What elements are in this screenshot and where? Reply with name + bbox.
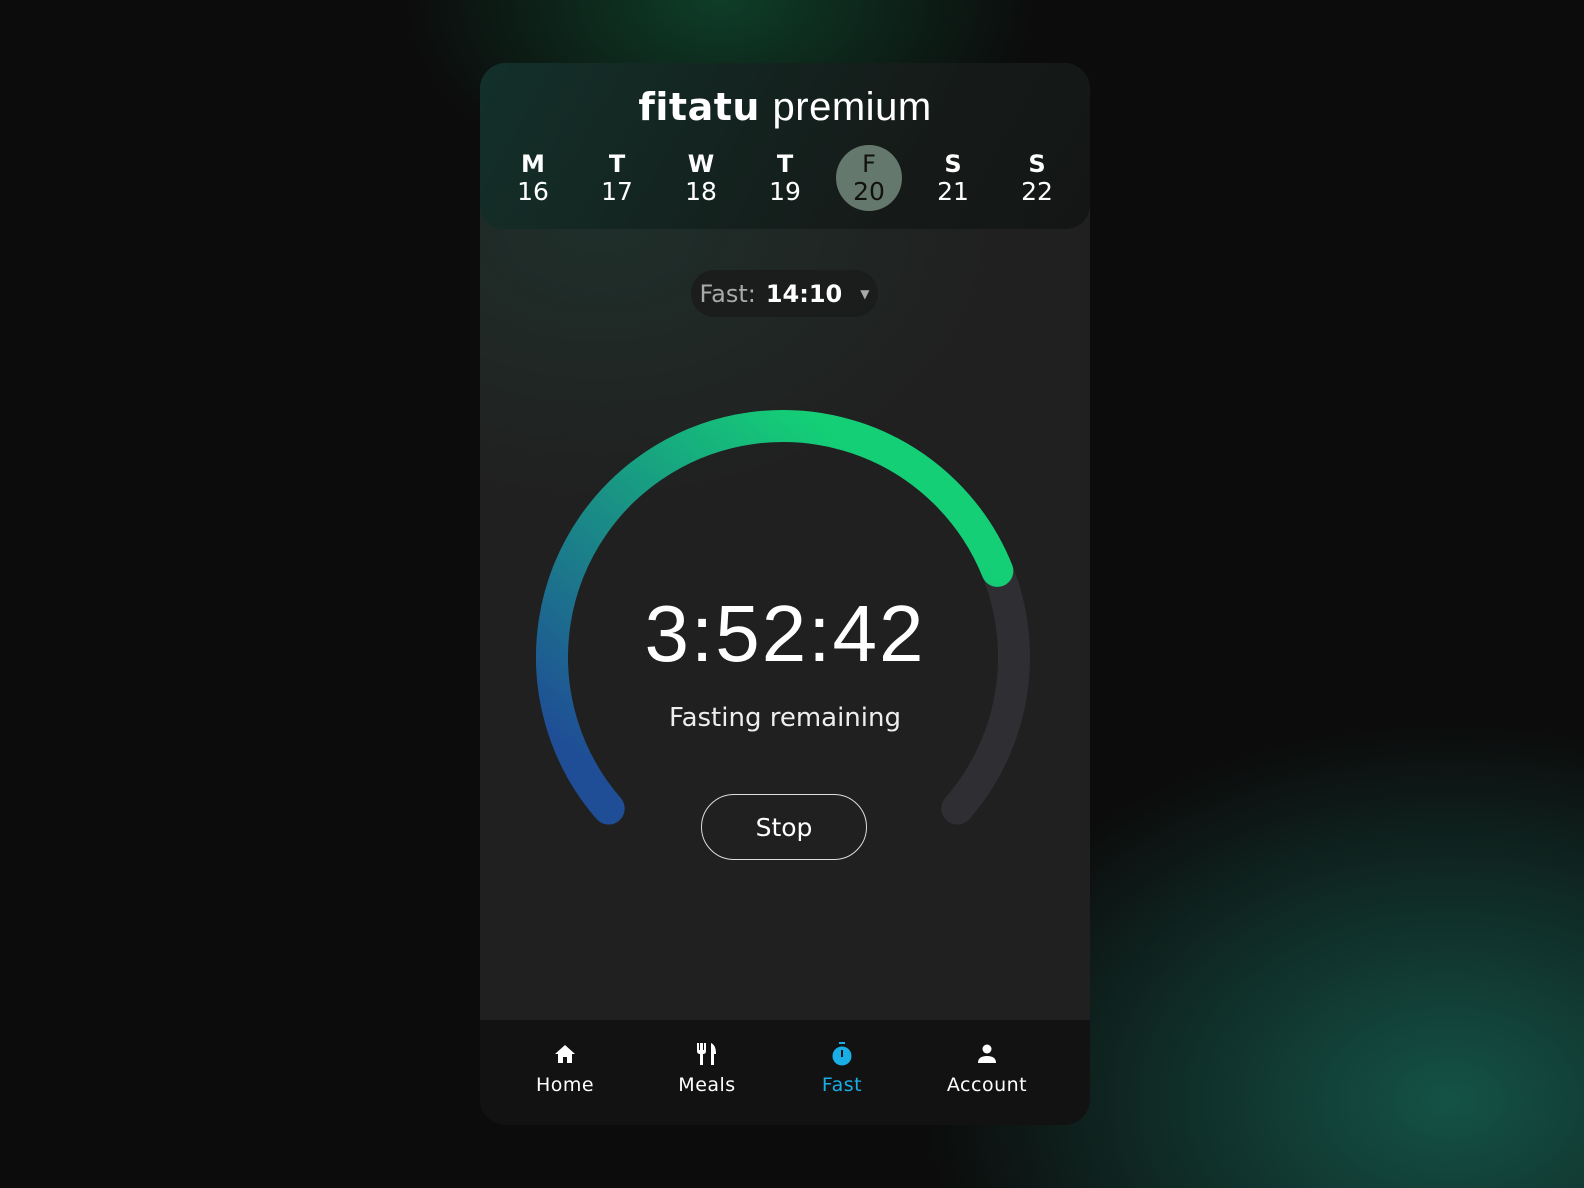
timer-caption: Fasting remaining bbox=[669, 703, 901, 733]
person-icon bbox=[977, 1040, 997, 1068]
tab-label: Fast bbox=[821, 1074, 863, 1096]
app-window: fitatu premium M 16 T 17 W 18 T 19 F 20 S 21 S… bbox=[480, 63, 1090, 1125]
main-area: fitatu premium M 16 T 17 W 18 T 19 F 20 S 21 S… bbox=[480, 63, 1090, 1031]
tab-home[interactable]: Home bbox=[536, 1040, 594, 1096]
bottom-nav: Home Meals Fast Account bbox=[480, 1020, 1090, 1125]
tab-label: Home bbox=[535, 1074, 595, 1096]
tab-account[interactable]: Account bbox=[946, 1040, 1028, 1096]
tab-meals[interactable]: Meals bbox=[678, 1040, 736, 1096]
stop-button[interactable]: Stop bbox=[701, 794, 867, 860]
tab-fast[interactable]: Fast bbox=[818, 1040, 866, 1096]
home-icon bbox=[554, 1040, 576, 1068]
time-remaining: 3:52:42 bbox=[644, 589, 926, 678]
fasting-gauge bbox=[536, 410, 1030, 825]
fork-knife-icon bbox=[696, 1040, 718, 1068]
tab-label: Meals bbox=[678, 1074, 736, 1096]
stopwatch-icon bbox=[831, 1040, 853, 1068]
tab-label: Account bbox=[946, 1074, 1028, 1096]
